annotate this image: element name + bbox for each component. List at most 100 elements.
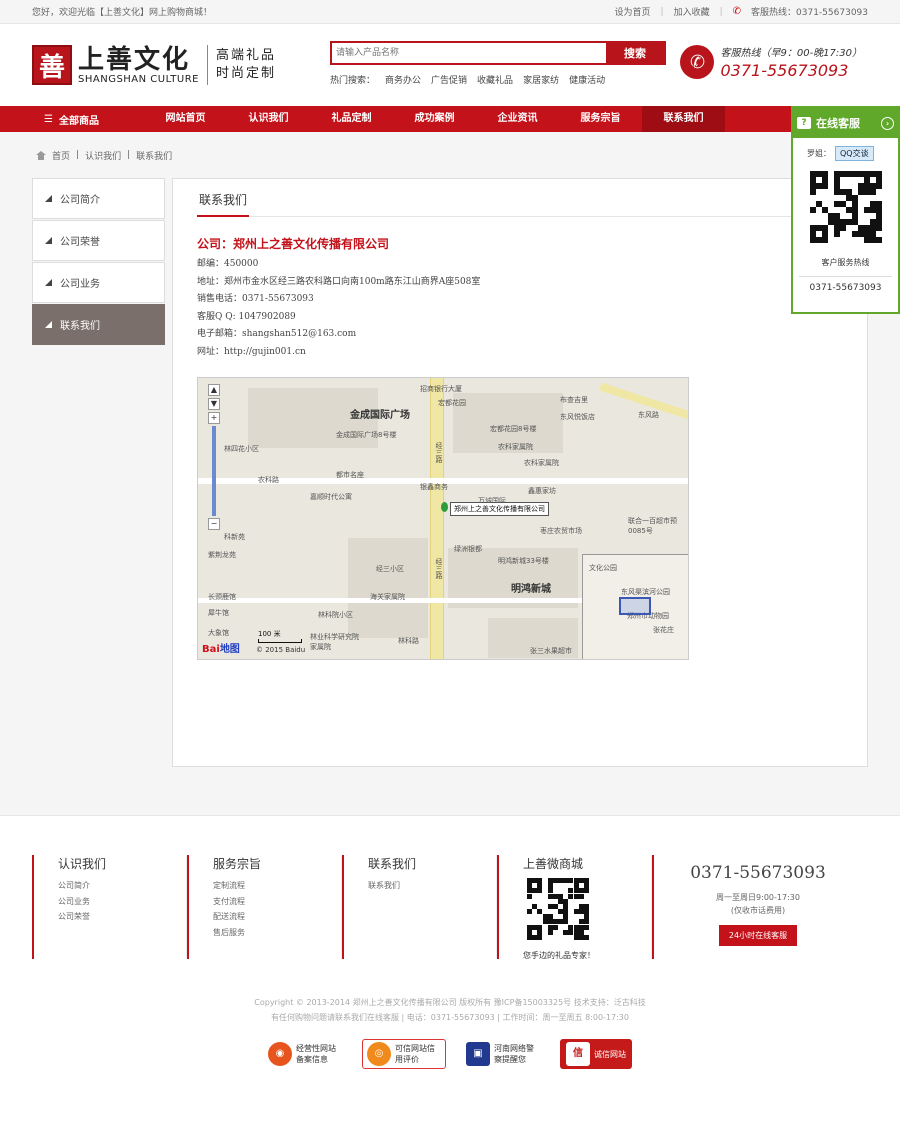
website[interactable]: 网址：http://gujin001.cn — [197, 344, 843, 362]
side-item-profile[interactable]: 公司简介 — [32, 178, 165, 219]
nav-item-about[interactable]: 认识我们 — [227, 106, 310, 132]
footer-link[interactable]: 售后服务 — [213, 925, 341, 941]
baidu-logo-text: Bai — [202, 644, 220, 655]
side-item-label: 公司业务 — [60, 279, 100, 290]
nav-item-custom[interactable]: 礼品定制 — [310, 106, 393, 132]
overview-viewport[interactable] — [619, 597, 651, 615]
badge-record[interactable]: ◉ 经营性网站备案信息 — [268, 1039, 342, 1069]
footer-col-title: 认识我们 — [58, 857, 107, 871]
map-poi: 农科家属院 — [498, 443, 533, 451]
overview-map[interactable]: 文化公园 东风渠滨河公园 郑州市动物园 张花庄 — [582, 554, 688, 659]
footer-col-phone: 0371-55673093 周一至周日9:00-17:30 (仅收市话费用) 2… — [652, 855, 840, 959]
logo-slogan: 高端礼品 时尚定制 — [216, 47, 276, 83]
chat-icon: ? — [797, 117, 811, 129]
map-marker-icon[interactable] — [441, 502, 448, 512]
set-home-link[interactable]: 设为首页 — [615, 5, 651, 18]
content-header: 联系我们 — [197, 179, 843, 217]
footer-link[interactable]: 公司荣誉 — [58, 909, 186, 925]
hot-search: 热门搜索： 商务办公 广告促销 收藏礼品 家居家纺 健康活动 — [330, 73, 666, 86]
side-item-business[interactable]: 公司业务 — [32, 262, 165, 303]
top-bar: 您好，欢迎光临【上善文化】网上购物商城！ 设为首页 | 加入收藏 | ✆ 客服热… — [0, 0, 900, 24]
zoom-in-button[interactable]: + — [208, 412, 220, 424]
breadcrumb-current[interactable]: 联系我们 — [136, 149, 172, 162]
qr-module — [537, 888, 543, 894]
qq-chat-button[interactable]: QQ交谈 — [835, 146, 874, 161]
breadcrumb-separator: | — [76, 150, 80, 160]
badge-police[interactable]: ▣ 河南网络警察提醒您 — [466, 1039, 540, 1069]
badge-integrity[interactable]: 信诚信网站 — [560, 1039, 632, 1069]
phone-icon: ✆ — [680, 45, 715, 79]
hot-search-label: 热门搜索： — [330, 76, 376, 86]
zoom-slider[interactable] — [212, 426, 216, 516]
site-footer: 认识我们 公司简介 公司业务 公司荣誉 服务宗旨 定制流程 支付流程 配送流程 … — [0, 815, 900, 1140]
all-products-menu[interactable]: ☰ 全部商品 — [32, 112, 144, 127]
hot-term[interactable]: 健康活动 — [569, 73, 605, 86]
nav-item-service[interactable]: 服务宗旨 — [559, 106, 642, 132]
separator: | — [719, 6, 723, 17]
baidu-logo[interactable]: Bai地图 — [202, 640, 240, 655]
side-item-honor[interactable]: 公司荣誉 — [32, 220, 165, 261]
footer-link[interactable]: 联系我们 — [368, 878, 496, 894]
qr-module — [833, 231, 840, 237]
qr-module — [821, 237, 828, 243]
email[interactable]: 电子邮箱：shangshan512@163.com — [197, 326, 843, 344]
location-map[interactable]: 金成国际广场 明鸿新城 经三路 经三路 东风路 农科路 林科路 招商银行大厦 宏… — [197, 377, 689, 660]
nav-item-home[interactable]: 网站首页 — [144, 106, 227, 132]
hot-term[interactable]: 商务办公 — [385, 73, 421, 86]
search-input[interactable] — [332, 43, 606, 63]
breadcrumb-home[interactable]: 首页 — [52, 149, 70, 162]
hot-term[interactable]: 家居家纺 — [523, 73, 559, 86]
site-logo[interactable]: 善 上善文化 SHANGSHAN CULTURE 高端礼品 时尚定制 — [32, 45, 297, 85]
map-poi: 科新苑 — [224, 533, 245, 541]
map-marker-label[interactable]: 郑州上之善文化传播有限公司 — [450, 502, 549, 516]
online-service-button[interactable]: 24小时在线客服 — [718, 925, 798, 946]
footer-phone-note: (仅收市话费用) — [730, 906, 786, 915]
map-poi: 海关家属院 — [370, 593, 405, 601]
triangle-icon — [45, 279, 52, 286]
footer-link[interactable]: 配送流程 — [213, 909, 341, 925]
badge-label: 河南网络警察提醒您 — [494, 1044, 534, 1064]
nav-item-contact[interactable]: 联系我们 — [642, 106, 725, 132]
online-service-header[interactable]: ? 在线客服 › — [793, 108, 898, 138]
map-poi: 宏都花园 — [438, 399, 466, 407]
footer-link[interactable]: 定制流程 — [213, 878, 341, 894]
breadcrumb-about[interactable]: 认识我们 — [85, 149, 121, 162]
wechat-qr-code — [527, 878, 589, 940]
main-nav: ☰ 全部商品 网站首页 认识我们 礼品定制 成功案例 企业资讯 服务宗旨 联系我… — [0, 106, 900, 132]
hotline-label: 客服热线（早9：00-晚17:30） — [720, 48, 862, 59]
footer-col-wechat: 上善微商城 您手边的礼品专家！ — [497, 855, 652, 960]
content-title: 联系我们 — [197, 179, 250, 217]
map-poi: 招商银行大厦 — [420, 385, 462, 393]
pan-up-button[interactable]: ▲ — [208, 384, 220, 396]
slogan-line: 高端礼品 — [216, 48, 277, 63]
badge-label: 可信网站信用评价 — [395, 1044, 435, 1064]
contact-info: 邮编：450000 地址：郑州市金水区经三路农科路口向南100m路东江山商界A座… — [197, 256, 843, 361]
chevron-right-icon[interactable]: › — [881, 116, 894, 130]
hot-term[interactable]: 收藏礼品 — [477, 73, 513, 86]
map-poi: 银鑫商务 — [420, 483, 448, 491]
zoom-out-button[interactable]: − — [208, 518, 220, 530]
postcode: 邮编：450000 — [197, 259, 259, 269]
qr-module — [869, 189, 876, 195]
footer-link[interactable]: 公司简介 — [58, 878, 186, 894]
pan-down-button[interactable]: ▼ — [208, 398, 220, 410]
side-item-contact[interactable]: 联系我们 — [32, 304, 165, 345]
home-icon — [36, 150, 46, 160]
map-poi: 林科院小区 — [318, 611, 353, 619]
map-label: 林科路 — [398, 637, 419, 645]
footer-link[interactable]: 支付流程 — [213, 894, 341, 910]
nav-item-cases[interactable]: 成功案例 — [393, 106, 476, 132]
nav-item-news[interactable]: 企业资讯 — [476, 106, 559, 132]
map-zoom-control: ▲ ▼ + − — [208, 384, 220, 550]
footer-link[interactable]: 公司业务 — [58, 894, 186, 910]
search-button[interactable]: 搜索 — [606, 43, 664, 63]
qr-module — [875, 225, 882, 231]
add-favorite-link[interactable]: 加入收藏 — [674, 5, 710, 18]
hot-term[interactable]: 广告促销 — [431, 73, 467, 86]
logo-english: SHANGSHAN CULTURE — [78, 73, 199, 85]
qr-module — [809, 207, 816, 213]
map-scale: 100 米 — [258, 629, 302, 643]
copyright-line: Copyright © 2013-2014 郑州上之善文化传播有限公司 版权所有… — [254, 998, 646, 1007]
hotline-number: 0371-55673093 — [720, 61, 849, 80]
badge-credible[interactable]: ◎ 可信网站信用评价 — [362, 1039, 446, 1069]
